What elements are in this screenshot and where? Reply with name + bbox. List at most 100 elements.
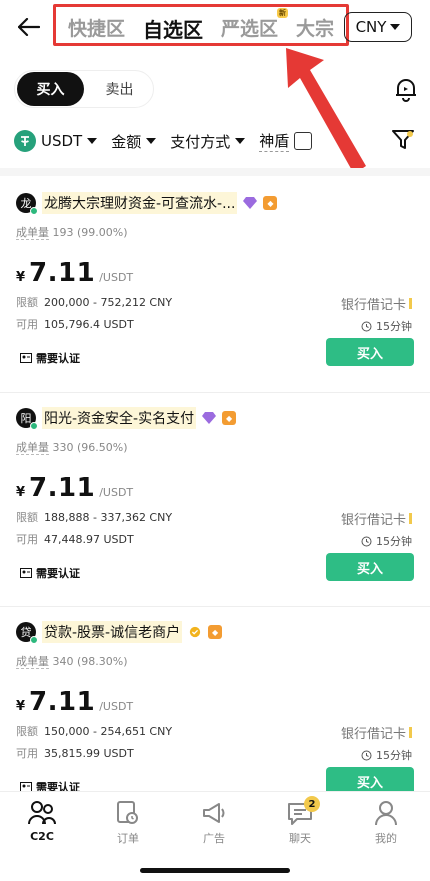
trades-stat: 成单量 193 (99.00%) (16, 224, 128, 240)
people-icon (28, 801, 56, 825)
trades-stat: 成单量 340 (98.30%) (16, 653, 128, 669)
nav-ads[interactable]: 广告 (184, 800, 244, 846)
trades-value: 330 (96.50%) (52, 441, 128, 454)
buy-sell-toggle: 买入 卖出 (14, 70, 154, 108)
merchant-info[interactable]: 阳 阳光-资金安全-实名支付 ◆ (16, 407, 237, 430)
payment-method: 银行借记卡 (341, 509, 412, 528)
shield-checkbox[interactable] (294, 132, 313, 150)
shield-badge-icon: ◆ (263, 196, 278, 210)
sell-toggle-option[interactable]: 卖出 (86, 72, 153, 106)
trades-label: 成单量 (16, 441, 49, 455)
tab-quick[interactable]: 快捷区 (68, 14, 125, 43)
payment-filter[interactable]: 支付方式 (170, 131, 246, 152)
nav-chat[interactable]: 2 聊天 (270, 796, 330, 846)
merchant-name: 贷款-股票-诚信老商户 (42, 621, 183, 643)
available-amount: 可用 35,815.99 USDT (16, 745, 134, 761)
bell-icon[interactable] (394, 76, 418, 102)
payment-time: 15分钟 (361, 318, 412, 334)
payment-color-bar (409, 513, 412, 524)
payment-time-label: 15分钟 (376, 535, 412, 548)
nav-chat-label: 聊天 (289, 832, 311, 845)
coin-filter[interactable]: USDT (14, 130, 98, 152)
payment-method: 银行借记卡 (341, 723, 412, 742)
trades-value: 340 (98.30%) (52, 655, 128, 668)
avail-value: 47,448.97 USDT (44, 533, 134, 546)
avatar: 阳 (16, 408, 38, 430)
chevron-down-icon (390, 24, 401, 30)
nav-ads-label: 广告 (203, 832, 225, 845)
filter-row: USDT 金额 支付方式 神盾 (14, 126, 313, 156)
avail-value: 35,815.99 USDT (44, 747, 134, 760)
buy-button[interactable]: 买入 (326, 338, 414, 366)
person-icon (375, 801, 397, 826)
payment-time: 15分钟 (361, 747, 412, 763)
amount-filter[interactable]: 金额 (111, 131, 157, 152)
clock-icon (361, 536, 372, 546)
trades-label: 成单量 (16, 226, 49, 240)
filter-funnel-icon[interactable] (392, 130, 414, 154)
clock-icon (361, 321, 372, 331)
tab-watchlist[interactable]: 自选区 (143, 14, 203, 43)
avail-label: 可用 (16, 318, 38, 331)
id-card-icon (20, 568, 32, 578)
shield-filter[interactable]: 神盾 (259, 130, 313, 152)
payment-color-bar (409, 727, 412, 738)
trades-label: 成单量 (16, 655, 49, 669)
price-unit: /USDT (99, 271, 134, 284)
nav-c2c[interactable]: C2C (12, 800, 72, 843)
verification-required: 需要认证 (20, 565, 80, 581)
nav-orders[interactable]: 订单 (98, 800, 158, 846)
limit-label: 限额 (16, 725, 38, 738)
merchant-name: 龙腾大宗理财资金-可查流水-... (42, 192, 238, 214)
clock-icon (361, 750, 372, 760)
chat-unread-badge: 2 (304, 796, 320, 812)
new-badge: 新 (277, 8, 289, 18)
limit-range: 限额 188,888 - 337,362 CNY (16, 509, 172, 525)
shield-badge-icon: ◆ (208, 625, 223, 639)
payment-filter-label: 支付方式 (170, 132, 231, 151)
price-unit: /USDT (99, 486, 134, 499)
amount-filter-label: 金额 (111, 132, 142, 151)
avatar: 贷 (16, 622, 38, 644)
merchant-info[interactable]: 龙 龙腾大宗理财资金-可查流水-... ◆ (16, 192, 278, 215)
payment-color-bar (409, 298, 412, 309)
verification-label: 需要认证 (36, 567, 80, 580)
limit-label: 限额 (16, 296, 38, 309)
merchant-info[interactable]: 贷 贷款-股票-诚信老商户 ◆ (16, 621, 223, 644)
nav-me-label: 我的 (375, 832, 397, 845)
online-dot (30, 636, 38, 644)
price-unit: /USDT (99, 700, 134, 713)
diamond-icon (202, 412, 217, 424)
price-value: 7.11 (29, 258, 96, 288)
payment-method-label: 银行借记卡 (340, 513, 406, 528)
currency-symbol: ¥ (16, 485, 26, 500)
tab-bulk[interactable]: 大宗 (296, 14, 334, 43)
payment-time: 15分钟 (361, 533, 412, 549)
buy-button[interactable]: 买入 (326, 553, 414, 581)
nav-orders-label: 订单 (117, 832, 139, 845)
chevron-down-icon (87, 138, 98, 144)
verification-required: 需要认证 (20, 350, 80, 366)
back-arrow-icon[interactable] (14, 12, 44, 42)
tether-icon (14, 130, 36, 152)
payment-method-label: 银行借记卡 (340, 727, 406, 742)
online-dot (30, 207, 38, 215)
section-divider (0, 168, 430, 176)
listing-card: 阳 阳光-资金安全-实名支付 ◆ 成单量 330 (96.50%) ¥7.11/… (0, 393, 430, 607)
currency-selector[interactable]: CNY (344, 12, 412, 42)
buy-toggle-option[interactable]: 买入 (17, 72, 84, 106)
payment-time-label: 15分钟 (376, 320, 412, 333)
available-amount: 可用 105,796.4 USDT (16, 316, 134, 332)
limit-value: 188,888 - 337,362 CNY (44, 511, 173, 524)
trades-value: 193 (99.00%) (52, 226, 128, 239)
nav-me[interactable]: 我的 (356, 800, 416, 846)
id-card-icon (20, 353, 32, 363)
payment-method-label: 银行借记卡 (340, 298, 406, 313)
limit-range: 限额 200,000 - 752,212 CNY (16, 294, 172, 310)
avatar: 龙 (16, 193, 38, 215)
available-amount: 可用 47,448.97 USDT (16, 531, 134, 547)
home-indicator (140, 868, 290, 873)
red-arrow-annotation (286, 48, 366, 174)
tab-curated[interactable]: 严选区新 (221, 8, 289, 43)
listing-card: 贷 贷款-股票-诚信老商户 ◆ 成单量 340 (98.30%) ¥7.11/U… (0, 607, 430, 821)
